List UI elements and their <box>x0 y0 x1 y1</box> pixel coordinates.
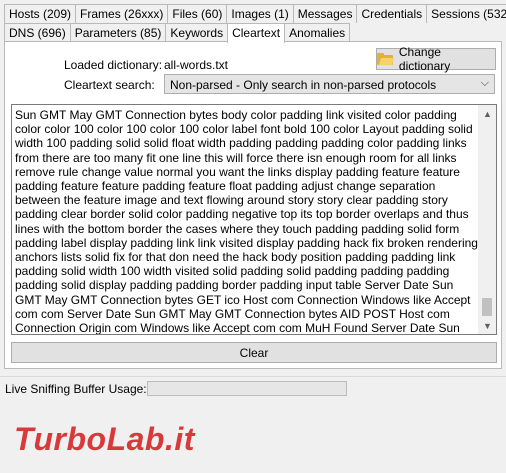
chevron-down-icon: ⌵ <box>480 77 489 89</box>
tab-keywords[interactable]: Keywords <box>165 23 229 42</box>
cleartext-search-value: Non-parsed - Only search in non-parsed p… <box>170 78 437 92</box>
tab-dns[interactable]: DNS (696) <box>4 23 71 42</box>
chevron-up-icon[interactable]: ▲ <box>479 105 496 122</box>
loaded-dictionary-value: all-words.txt <box>164 58 229 72</box>
tab-sessions[interactable]: Sessions (532) <box>426 4 506 23</box>
folder-icon <box>377 53 395 65</box>
vertical-scrollbar[interactable]: ▲ ▼ <box>478 105 496 334</box>
tab-row-1: Hosts (209) Frames (26xxx) Files (60) Im… <box>4 4 506 23</box>
tab-parameters[interactable]: Parameters (85) <box>69 23 167 42</box>
clear-button-label: Clear <box>239 345 269 360</box>
tab-cleartext[interactable]: Cleartext <box>227 23 286 43</box>
buffer-usage-progress <box>147 381 347 396</box>
cleartext-content: Sun GMT May GMT Connection bytes body co… <box>15 108 478 335</box>
tab-messages[interactable]: Messages <box>292 4 358 23</box>
watermark-logo: TurboLab.it <box>14 421 195 457</box>
chevron-down-icon[interactable]: ▼ <box>479 317 496 334</box>
change-dictionary-label: Change dictionary <box>398 45 451 73</box>
loaded-dictionary-label: Loaded dictionary: <box>64 58 163 72</box>
status-bar: Live Sniffing Buffer Usage: TurboLab.it <box>0 376 506 473</box>
scrollbar-thumb[interactable] <box>482 298 492 316</box>
tab-frames[interactable]: Frames (26xxx) <box>75 4 169 23</box>
tab-credentials[interactable]: Credentials <box>356 4 428 23</box>
buffer-usage-label: Live Sniffing Buffer Usage: <box>5 382 147 396</box>
clear-button[interactable]: Clear <box>11 342 497 363</box>
tab-files[interactable]: Files (60) <box>167 4 228 23</box>
cleartext-textbox[interactable]: Sun GMT May GMT Connection bytes body co… <box>11 104 497 335</box>
tab-anomalies[interactable]: Anomalies <box>284 23 351 42</box>
change-dictionary-button[interactable]: Change dictionary <box>376 45 496 73</box>
cleartext-search-label: Cleartext search: <box>64 78 155 92</box>
tab-images[interactable]: Images (1) <box>226 4 294 23</box>
tab-hosts[interactable]: Hosts (209) <box>4 4 77 23</box>
cleartext-search-select[interactable]: Non-parsed - Only search in non-parsed p… <box>164 74 495 94</box>
tab-row-2: DNS (696) Parameters (85) Keywords Clear… <box>4 23 351 43</box>
